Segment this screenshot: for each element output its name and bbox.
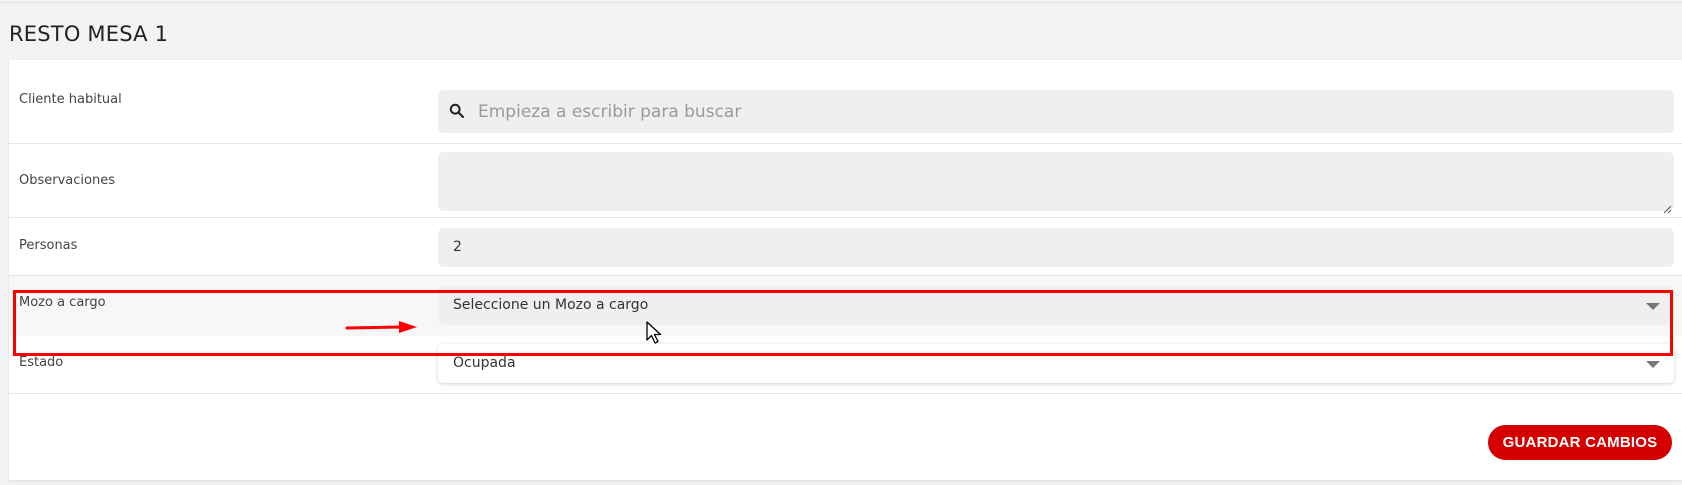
chevron-down-icon: [1646, 303, 1660, 310]
resize-grip-icon[interactable]: [1662, 199, 1672, 214]
observaciones-textarea[interactable]: [438, 152, 1678, 215]
observaciones-label: Observaciones: [19, 173, 115, 188]
row-estado: Estado Ocupada: [9, 336, 1682, 394]
mozo-select[interactable]: Seleccione un Mozo a cargo: [438, 286, 1674, 325]
row-observaciones: Observaciones: [9, 144, 1682, 218]
row-personas: Personas 2: [9, 218, 1682, 276]
personas-field[interactable]: 2: [438, 228, 1674, 267]
personas-value: 2: [453, 239, 462, 255]
estado-select[interactable]: Ocupada: [438, 344, 1674, 383]
cliente-search-field[interactable]: [438, 90, 1674, 133]
row-mozo: Mozo a cargo Seleccione un Mozo a cargo: [9, 276, 1682, 336]
cliente-label: Cliente habitual: [19, 92, 122, 107]
estado-selected-value: Ocupada: [453, 355, 516, 371]
save-button[interactable]: GUARDAR CAMBIOS: [1488, 425, 1672, 460]
estado-label: Estado: [19, 355, 64, 370]
page-title: RESTO MESA 1: [9, 22, 169, 46]
form-card: Cliente habitual Observaciones: [9, 60, 1682, 480]
mozo-label: Mozo a cargo: [19, 295, 106, 310]
observaciones-field[interactable]: [438, 152, 1678, 215]
mozo-selected-value: Seleccione un Mozo a cargo: [453, 297, 649, 313]
cliente-search-input[interactable]: [478, 90, 1658, 133]
personas-label: Personas: [19, 238, 78, 253]
chevron-down-icon: [1646, 361, 1660, 368]
top-divider: [0, 2, 1682, 3]
row-cliente: Cliente habitual: [9, 60, 1682, 144]
search-icon: [449, 103, 465, 119]
